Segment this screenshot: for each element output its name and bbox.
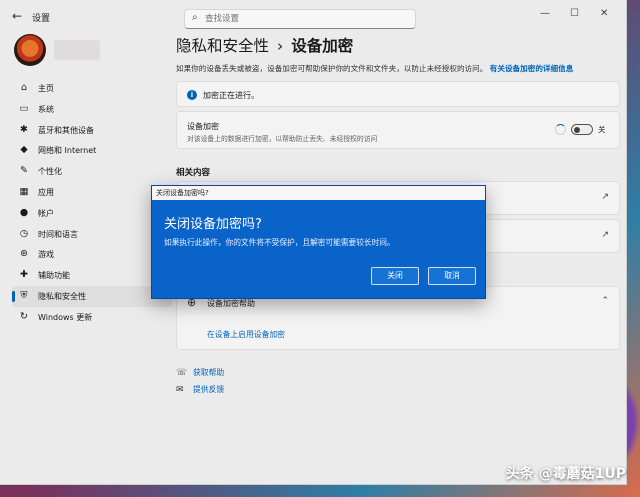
dialog-window-title: 关闭设备加密吗? <box>156 189 209 197</box>
dialog-body: 如果执行此操作，你的文件将不受保护，且解密可能需要较长时间。 <box>164 238 395 247</box>
cancel-button[interactable]: 取消 <box>428 267 476 285</box>
turn-off-encryption-dialog: 关闭设备加密吗? 关闭设备加密吗? 如果执行此操作，你的文件将不受保护，且解密可… <box>151 185 486 299</box>
confirm-turn-off-button[interactable]: 关闭 <box>371 267 419 285</box>
dialog-heading: 关闭设备加密吗? <box>164 217 262 232</box>
watermark: 头条 @毒蘑菇1UP <box>505 466 626 482</box>
dialog-title-bar: 关闭设备加密吗? <box>152 186 485 200</box>
settings-window: ← 设置 ⌕ — ☐ ✕ ⌂主页▭系统✱蓝牙和其他设备◆网络和 Internet… <box>0 0 627 485</box>
